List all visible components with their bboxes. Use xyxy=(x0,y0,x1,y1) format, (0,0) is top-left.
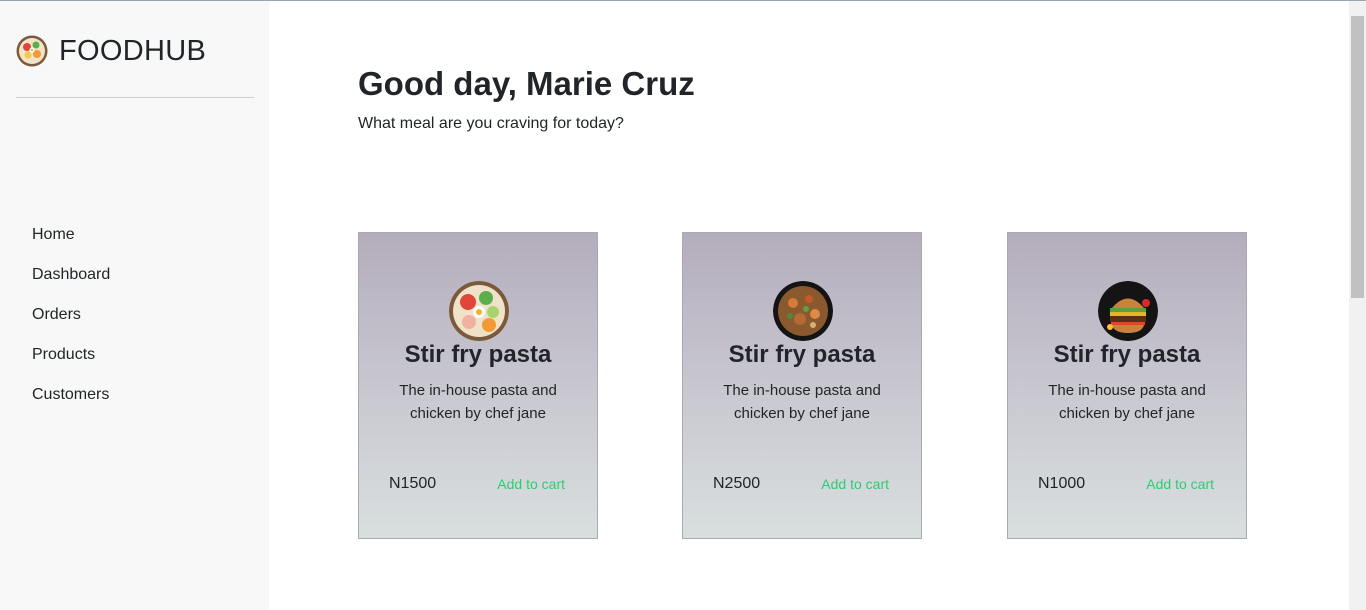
product-price: N2500 xyxy=(713,475,761,492)
vertical-scrollbar[interactable] xyxy=(1349,1,1366,610)
sidebar-item-home[interactable]: Home xyxy=(32,223,110,263)
brand-name: FOODHUB xyxy=(59,34,207,67)
food-bowl-icon xyxy=(16,35,48,67)
sidebar-nav: Home Dashboard Orders Products Customers xyxy=(32,223,110,423)
product-card[interactable]: Stir fry pasta The in-house pasta and ch… xyxy=(682,232,922,539)
sidebar-item-customers[interactable]: Customers xyxy=(32,383,110,423)
page-subtitle: What meal are you craving for today? xyxy=(358,115,624,132)
product-card[interactable]: Stir fry pasta The in-house pasta and ch… xyxy=(358,232,598,539)
sidebar-item-orders[interactable]: Orders xyxy=(32,303,110,343)
page-title: Good day, Marie Cruz xyxy=(358,65,695,102)
sidebar-item-products[interactable]: Products xyxy=(32,343,110,383)
product-title: Stir fry pasta xyxy=(728,341,876,368)
product-description: The in-house pasta and chicken by chef j… xyxy=(1048,382,1206,422)
sidebar-item-dashboard[interactable]: Dashboard xyxy=(32,263,110,303)
sidebar: FOODHUB Home Dashboard Orders Products C… xyxy=(0,1,269,610)
stir-fry-pasta-icon xyxy=(773,281,833,341)
add-to-cart-button[interactable]: Add to cart xyxy=(1146,476,1214,492)
product-price: N1500 xyxy=(389,475,437,492)
product-card[interactable]: Stir fry pasta The in-house pasta and ch… xyxy=(1007,232,1247,539)
product-title: Stir fry pasta xyxy=(1053,341,1201,368)
product-price: N1000 xyxy=(1038,475,1086,492)
add-to-cart-button[interactable]: Add to cart xyxy=(497,476,565,492)
add-to-cart-button[interactable]: Add to cart xyxy=(821,476,889,492)
product-description: The in-house pasta and chicken by chef j… xyxy=(723,382,881,422)
product-description: The in-house pasta and chicken by chef j… xyxy=(399,382,557,422)
sidebar-divider xyxy=(16,97,254,98)
brand[interactable]: FOODHUB xyxy=(16,32,206,70)
food-bowl-icon xyxy=(449,281,509,341)
product-title: Stir fry pasta xyxy=(404,341,552,368)
main-content: Good day, Marie Cruz What meal are you c… xyxy=(269,1,1349,610)
burger-icon xyxy=(1098,281,1158,341)
scrollbar-thumb[interactable] xyxy=(1351,16,1364,298)
